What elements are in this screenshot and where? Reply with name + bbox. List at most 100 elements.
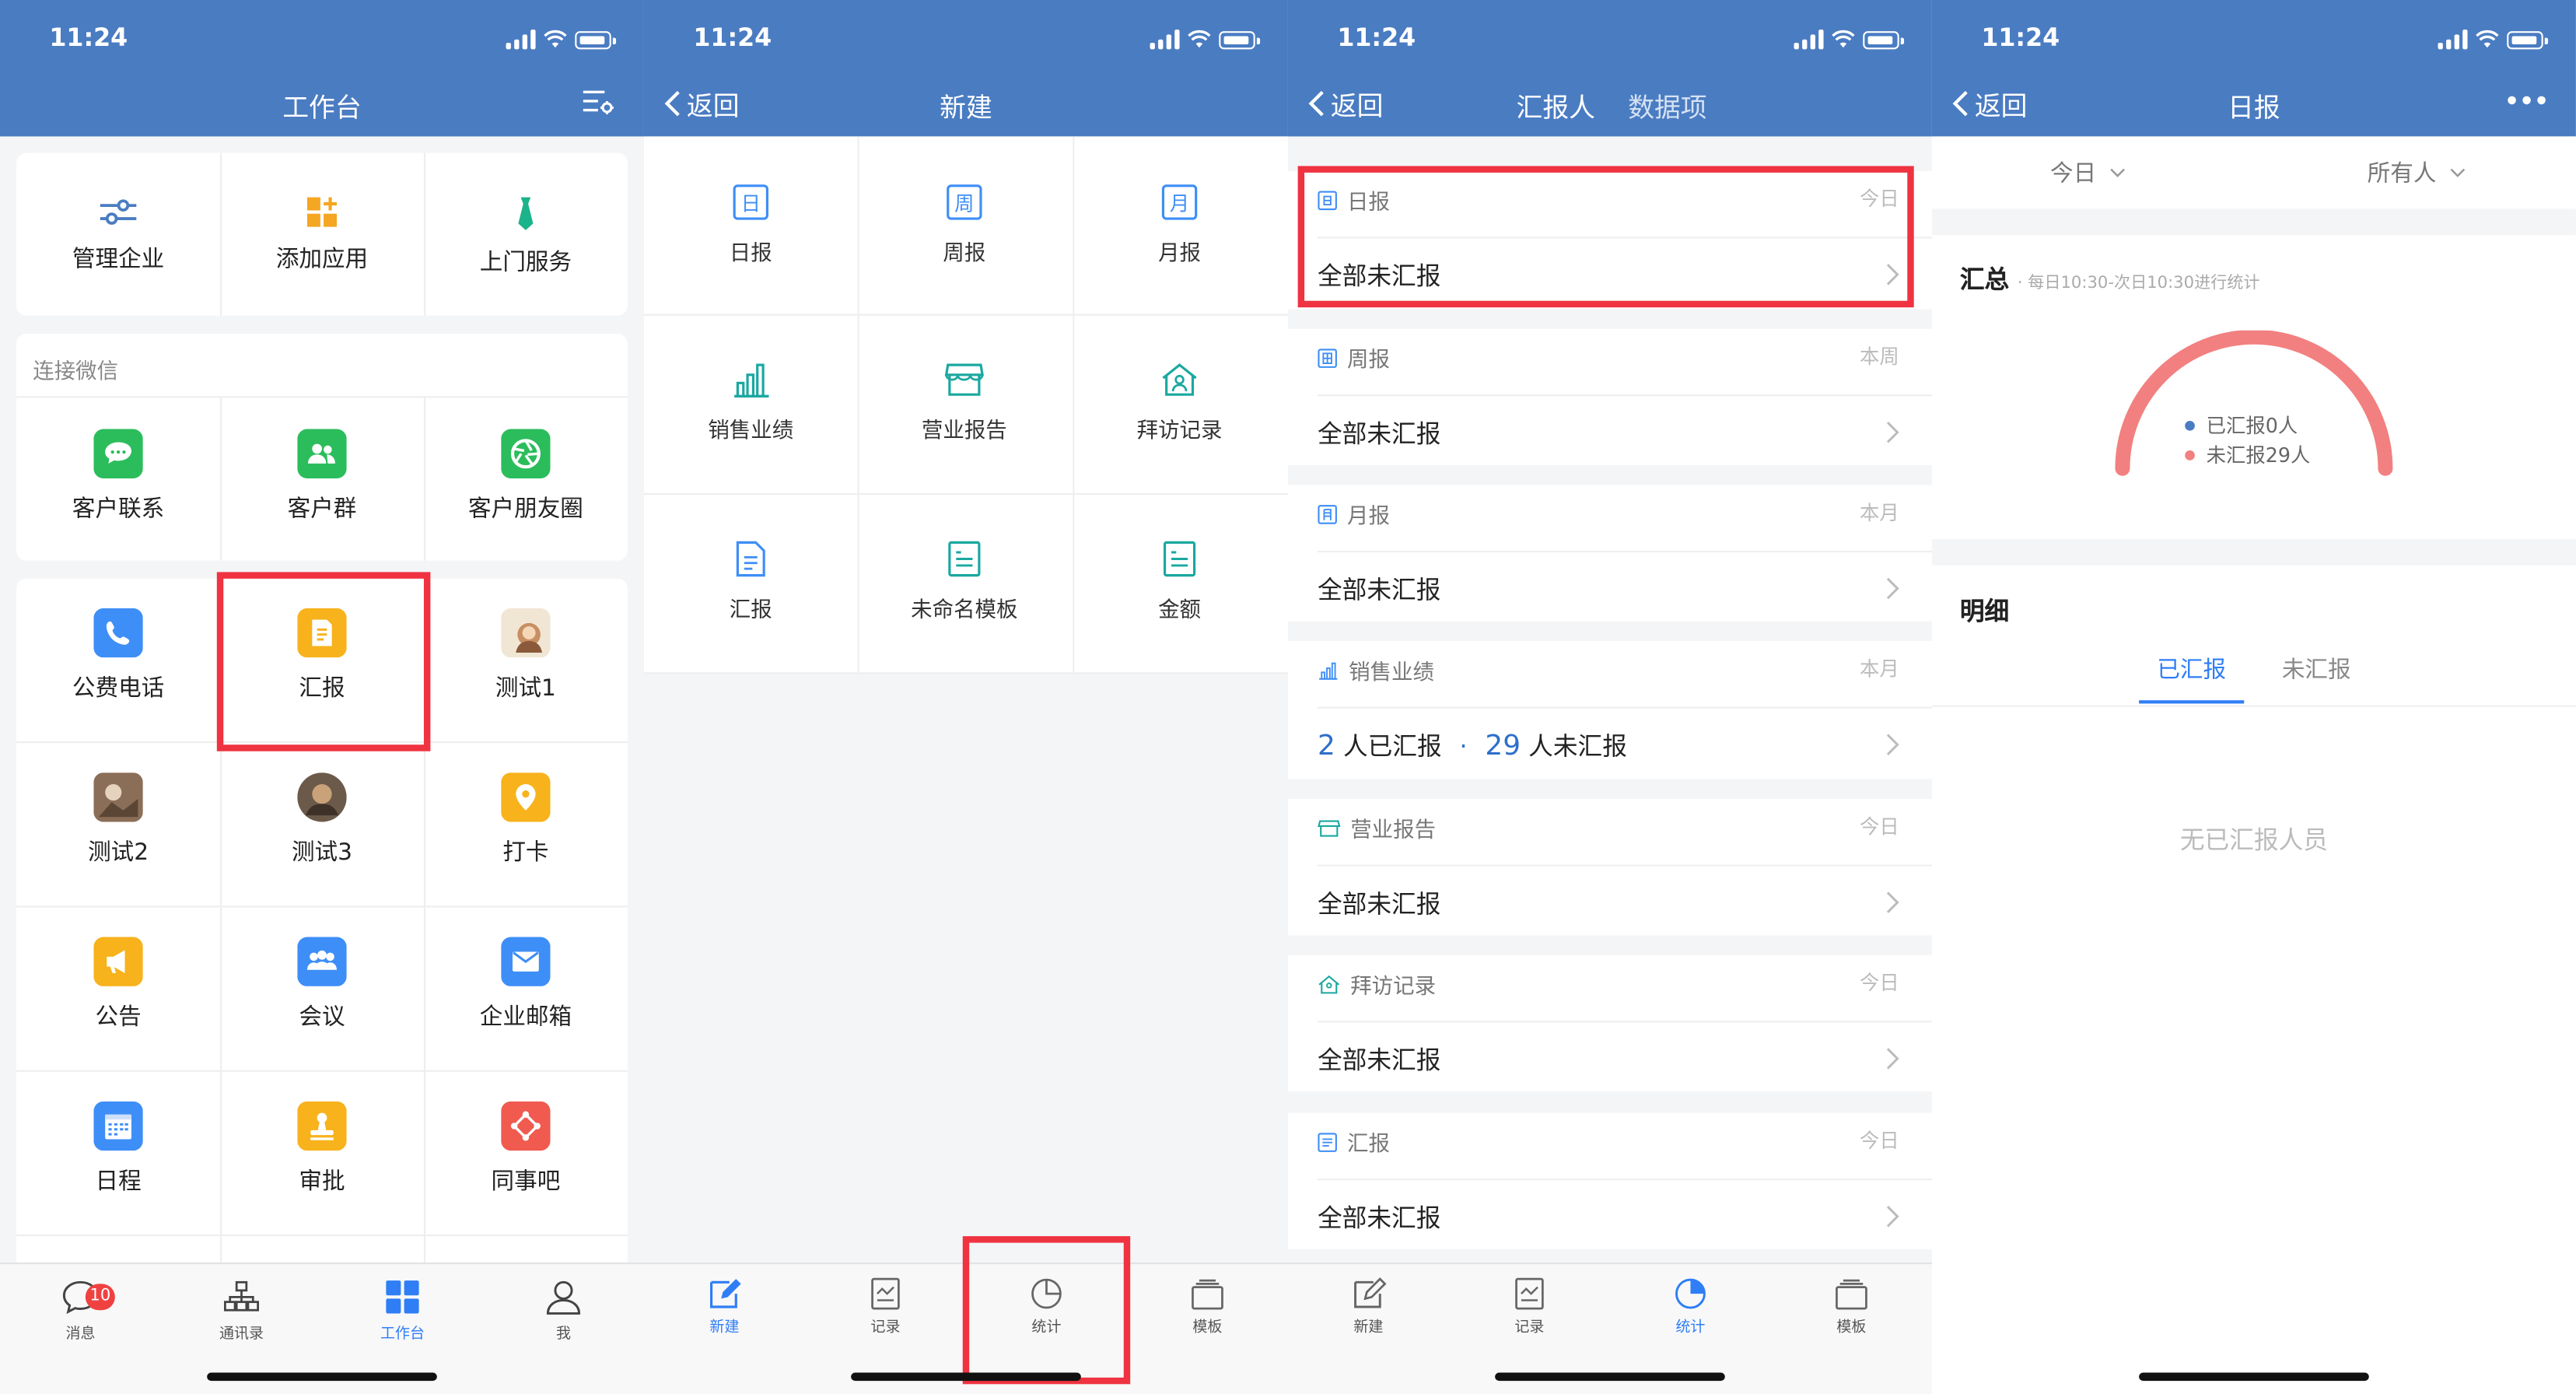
daily-icon	[1318, 190, 1337, 210]
monthly-report-button[interactable]: 月 月报	[1073, 183, 1286, 266]
group-summary[interactable]: 全部未汇报	[1318, 886, 1440, 920]
tab-new[interactable]: 新建	[1288, 1277, 1449, 1336]
chat-icon	[93, 429, 143, 478]
status-indicators	[2438, 26, 2549, 50]
monthly-icon: 月	[1161, 184, 1198, 220]
door-service-button[interactable]: 上门服务	[424, 195, 628, 278]
daily-icon: 日	[733, 184, 768, 220]
date-filter[interactable]: 今日	[2050, 156, 2126, 189]
template-grid: 日 日报 周 周报 月 月报 销售业绩 营业报告 拜访记录 汇报 未命名模板 金…	[643, 136, 1288, 674]
meeting-button[interactable]: 会议	[220, 937, 424, 1033]
amount-template-button[interactable]: 金额	[1073, 539, 1286, 623]
battery-icon	[575, 31, 617, 50]
manage-enterprise-button[interactable]: 管理企业	[16, 195, 220, 274]
bar-chart-icon	[734, 363, 769, 398]
group-business: 营业报告 今日 全部未汇报	[1287, 799, 1932, 936]
tab-reporters[interactable]: 汇报人	[1517, 86, 1595, 125]
battery-icon	[2507, 31, 2549, 50]
empty-state: 无已汇报人员	[2179, 825, 2328, 855]
group-summary[interactable]: 全部未汇报	[1318, 1200, 1440, 1235]
network-icon	[501, 1101, 551, 1151]
schedule-button[interactable]: 日程	[16, 1101, 220, 1197]
customer-group-button[interactable]: 客户群	[220, 429, 424, 525]
tab-me[interactable]: 我	[483, 1277, 644, 1343]
mail-icon	[501, 937, 551, 986]
colleague-forum-button[interactable]: 同事吧	[424, 1101, 628, 1197]
tab-templates[interactable]: 模板	[1127, 1277, 1288, 1336]
test3-app-button[interactable]: 测试3	[220, 772, 424, 868]
tab-contacts[interactable]: 通讯录	[161, 1277, 322, 1343]
nav-bar: 11:24 返回 新建	[643, 0, 1288, 137]
edit-icon	[709, 1279, 741, 1308]
meeting-icon	[297, 937, 347, 986]
legend-unreported: 未汇报29人	[2185, 440, 2310, 468]
chevron-right-icon	[1886, 577, 1899, 600]
sliders-icon	[100, 199, 137, 225]
group-period: 本周	[1859, 345, 1899, 369]
record-icon	[871, 1277, 900, 1310]
public-phone-button[interactable]: 公费电话	[16, 608, 220, 704]
stack-icon	[1192, 1279, 1223, 1310]
group-period: 今日	[1859, 971, 1899, 995]
group-summary[interactable]: 2 人已汇报 · 29 人未汇报	[1318, 728, 1627, 762]
nav-bar: 11:24 返回 汇报人 数据项	[1287, 0, 1932, 137]
statistics-screen: 11:24 返回 汇报人 数据项 日报 今日 全部未汇报 周报 本周 全部未汇报	[1287, 0, 1932, 1394]
unnamed-template-button[interactable]: 未命名模板	[858, 539, 1072, 623]
checkin-button[interactable]: 打卡	[424, 772, 628, 868]
enterprise-mail-button[interactable]: 企业邮箱	[424, 937, 628, 1033]
group-period: 今日	[1859, 187, 1899, 211]
sales-performance-button[interactable]: 销售业绩	[644, 360, 858, 444]
group-name: 销售业绩	[1349, 660, 1434, 686]
tab-unreported[interactable]: 未汇报	[2264, 653, 2369, 685]
tab-data-items[interactable]: 数据项	[1628, 86, 1706, 125]
visit-record-button[interactable]: 拜访记录	[1073, 360, 1286, 444]
tab-statistics[interactable]: 统计	[1610, 1277, 1771, 1336]
group-summary[interactable]: 全部未汇报	[1318, 1042, 1440, 1077]
tab-statistics[interactable]: 统计	[966, 1277, 1127, 1336]
more-icon[interactable]	[2507, 96, 2546, 106]
report-app-button[interactable]: 汇报	[220, 608, 424, 704]
group-summary[interactable]: 全部未汇报	[1318, 572, 1440, 606]
weekly-report-button[interactable]: 周 周报	[858, 183, 1072, 266]
business-report-button[interactable]: 营业报告	[858, 360, 1072, 444]
status-time: 11:24	[1337, 23, 1416, 53]
group-summary[interactable]: 全部未汇报	[1318, 258, 1440, 292]
announcement-button[interactable]: 公告	[16, 937, 220, 1033]
home-indicator	[1495, 1372, 1725, 1382]
back-button[interactable]: 返回	[1307, 84, 1384, 124]
stage: 11:24 工作台 管理企业 添加应用 上门服务 连接微信 客户联系 客户群 客…	[0, 0, 2576, 1394]
tab-templates[interactable]: 模板	[1771, 1277, 1932, 1336]
customer-contact-button[interactable]: 客户联系	[16, 429, 220, 525]
tab-records[interactable]: 记录	[805, 1277, 966, 1336]
add-app-button[interactable]: 添加应用	[220, 195, 424, 274]
approval-button[interactable]: 审批	[220, 1101, 424, 1197]
tab-new[interactable]: 新建	[644, 1277, 805, 1336]
settings-list-icon[interactable]	[582, 87, 614, 115]
legend-dot-reported	[2185, 419, 2195, 430]
tab-records[interactable]: 记录	[1449, 1277, 1610, 1336]
quick-actions-card: 管理企业 添加应用 上门服务	[16, 152, 628, 316]
test2-app-button[interactable]: 测试2	[16, 772, 220, 868]
tab-reported[interactable]: 已汇报	[2139, 653, 2244, 685]
tab-workbench[interactable]: 工作台	[322, 1277, 483, 1343]
summary-section: 汇总 · 每日10:30-次日10:30进行统计 已汇报0人 未汇报29人	[1931, 235, 2576, 540]
chevron-right-icon	[1886, 891, 1899, 913]
status-indicators	[1150, 26, 1261, 50]
chevron-left-icon	[1308, 90, 1324, 117]
test1-app-button[interactable]: 测试1	[424, 608, 628, 704]
group-period: 今日	[1859, 815, 1899, 839]
signal-icon	[2438, 30, 2468, 50]
stack-icon	[1836, 1279, 1867, 1310]
svg-text:月: 月	[1170, 191, 1189, 215]
tab-messages[interactable]: 消息 10	[0, 1277, 161, 1343]
group-summary[interactable]: 全部未汇报	[1318, 416, 1440, 450]
chevron-down-icon	[2110, 168, 2125, 177]
report-template-button[interactable]: 汇报	[644, 539, 858, 623]
moments-button[interactable]: 客户朋友圈	[424, 429, 628, 525]
daily-report-button[interactable]: 日 日报	[644, 183, 858, 266]
monthly-icon	[1318, 504, 1337, 524]
people-filter[interactable]: 所有人	[2368, 156, 2466, 189]
svg-text:日: 日	[741, 191, 761, 215]
aperture-icon	[501, 429, 551, 478]
summary-note: · 每日10:30-次日10:30进行统计	[2017, 274, 2260, 293]
